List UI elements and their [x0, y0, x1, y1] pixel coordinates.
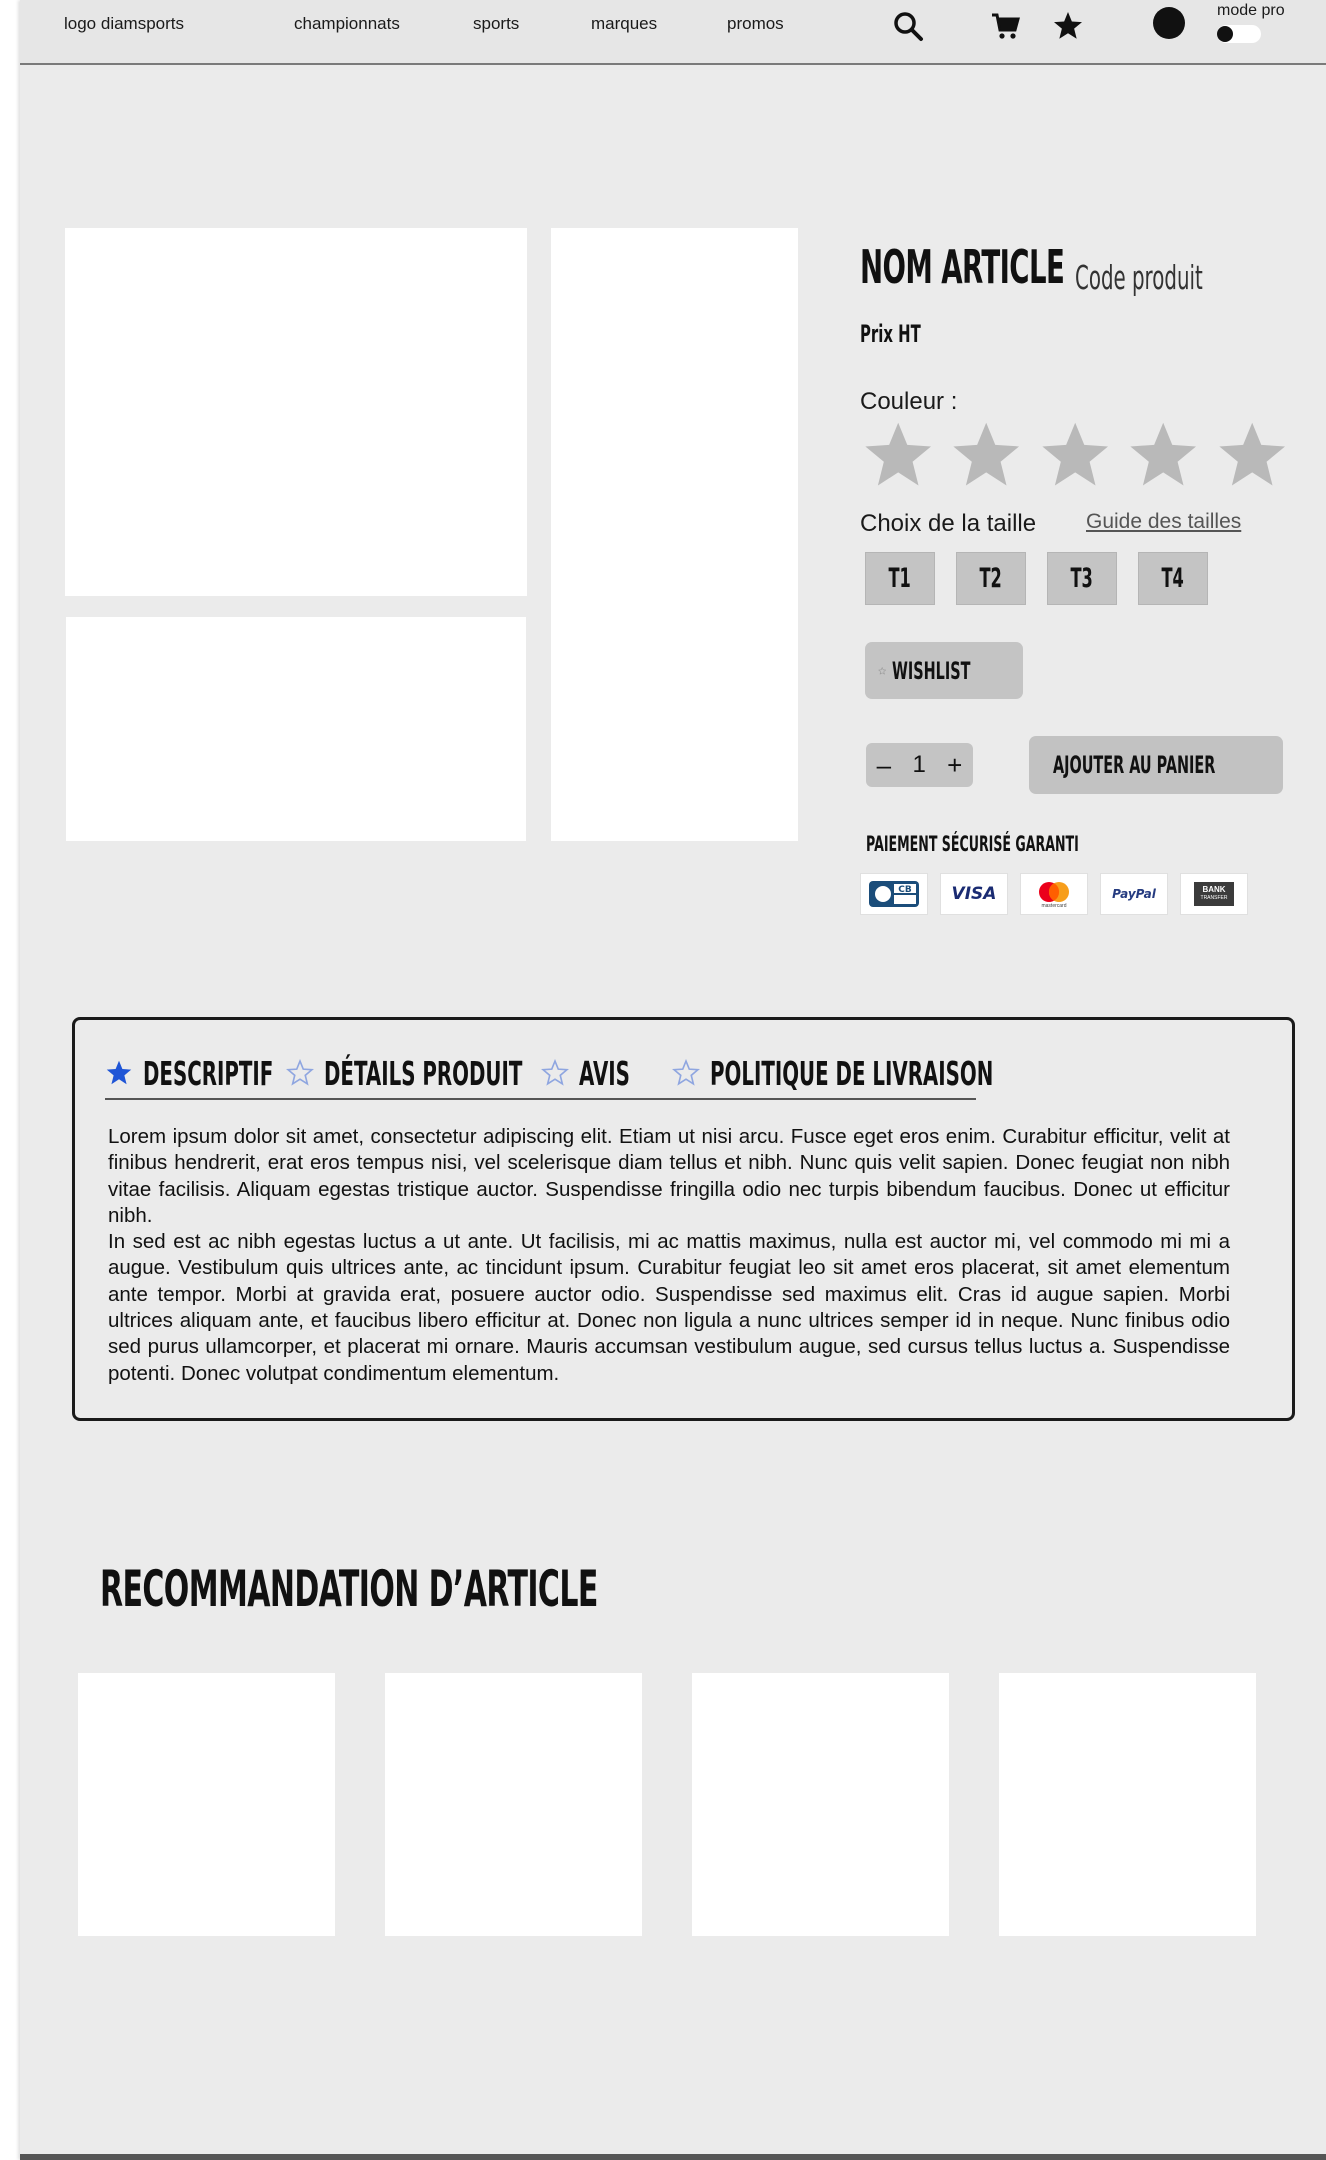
star-outline-icon	[672, 1059, 700, 1086]
star-outline-icon	[878, 666, 887, 675]
quantity-increase-button[interactable]: +	[947, 752, 962, 778]
size-guide-link[interactable]: Guide des tailles	[1086, 510, 1241, 534]
visa-text: VISA	[951, 884, 997, 904]
tab-content: Lorem ipsum dolor sit amet, consectetur …	[108, 1124, 1230, 1387]
size-option-t3[interactable]: T3	[1047, 552, 1117, 605]
cb-text: CB	[898, 885, 912, 895]
star-filled-icon	[106, 1060, 132, 1085]
tab-avis[interactable]: AVIS	[541, 1050, 664, 1096]
product-price: Prix HT	[860, 320, 921, 348]
transfer-text: TRANSFER	[1200, 895, 1228, 901]
paypal-text: PayPal	[1112, 887, 1156, 901]
colour-label: Couleur :	[860, 388, 958, 415]
mode-pro-label: mode pro	[1217, 2, 1285, 19]
size-option-label: T1	[888, 563, 912, 594]
payment-methods: CB VISA mastercard PayPal BANK TRANSFER	[860, 873, 1248, 915]
product-image-main[interactable]	[65, 228, 527, 596]
colour-swatch[interactable]	[860, 418, 936, 493]
recommended-product-card[interactable]	[385, 1673, 642, 1936]
description-paragraph: Lorem ipsum dolor sit amet, consectetur …	[108, 1125, 1230, 1227]
mastercard-icon: mastercard	[1020, 873, 1088, 915]
colour-swatches	[860, 418, 1290, 493]
nav-link-promos[interactable]: promos	[727, 14, 784, 34]
size-option-t1[interactable]: T1	[865, 552, 935, 605]
size-option-t2[interactable]: T2	[956, 552, 1026, 605]
nav-link-championnats[interactable]: championnats	[294, 14, 400, 34]
mode-pro-toggle[interactable]	[1217, 25, 1261, 43]
bank-text: BANK	[1202, 885, 1226, 894]
secure-payment-label: PAIEMENT SÉCURISÉ GARANTI	[866, 832, 1079, 856]
star-icon[interactable]	[1050, 8, 1086, 44]
bank-transfer-icon: BANK TRANSFER	[1180, 873, 1248, 915]
page-frame: logo diamsports championnats sports marq…	[20, 0, 1326, 2160]
recommended-product-card[interactable]	[999, 1673, 1256, 1936]
product-image-secondary[interactable]	[66, 617, 526, 841]
tab-politique-de-livraison[interactable]: POLITIQUE DE LIVRAISON	[672, 1050, 1182, 1096]
quantity-decrease-button[interactable]: –	[877, 752, 891, 778]
wishlist-button[interactable]: WISHLIST	[865, 642, 1023, 699]
quantity-value[interactable]: 1	[912, 751, 925, 779]
wishlist-label: WISHLIST	[892, 656, 971, 685]
colour-swatch[interactable]	[1125, 418, 1201, 493]
product-tabs: DESCRIPTIF DÉTAILS PRODUIT AVIS POLITIQU…	[72, 1017, 1295, 1421]
toggle-knob	[1217, 26, 1233, 42]
footer-divider	[20, 2154, 1326, 2160]
colour-swatch[interactable]	[1214, 418, 1290, 493]
nav-link-sports[interactable]: sports	[473, 14, 519, 34]
add-to-cart-button[interactable]: AJOUTER AU PANIER	[1029, 736, 1283, 794]
recommended-product-card[interactable]	[692, 1673, 949, 1936]
visa-icon: VISA	[940, 873, 1008, 915]
tab-bar: DESCRIPTIF DÉTAILS PRODUIT AVIS POLITIQU…	[105, 1050, 993, 1100]
cb-card-icon: CB	[860, 873, 928, 915]
tab-label: POLITIQUE DE LIVRAISON	[710, 1053, 994, 1093]
avatar[interactable]	[1153, 7, 1185, 39]
size-option-label: T4	[1161, 563, 1185, 594]
size-option-t4[interactable]: T4	[1138, 552, 1208, 605]
recommended-product-card[interactable]	[78, 1673, 335, 1936]
add-to-cart-label: AJOUTER AU PANIER	[1053, 751, 1216, 779]
tab-label: AVIS	[579, 1053, 630, 1093]
recommendations-title: RECOMMANDATION D’ARTICLE	[100, 1560, 598, 1618]
product-code: Code produit	[1075, 258, 1203, 297]
star-outline-icon	[286, 1059, 314, 1086]
size-option-label: T2	[979, 563, 1003, 594]
paypal-icon: PayPal	[1100, 873, 1168, 915]
tab-label: DÉTAILS PRODUIT	[324, 1053, 523, 1093]
search-icon[interactable]	[890, 8, 926, 44]
size-option-label: T3	[1070, 563, 1094, 594]
colour-swatch[interactable]	[1037, 418, 1113, 493]
cart-icon[interactable]	[988, 8, 1024, 44]
star-outline-icon	[541, 1059, 569, 1086]
product-name: NOM ARTICLE	[860, 240, 1065, 294]
mastercard-text: mastercard	[1041, 902, 1067, 909]
description-paragraph: In sed est ac nibh egestas luctus a ut a…	[108, 1230, 1230, 1385]
colour-swatch[interactable]	[948, 418, 1024, 493]
top-nav: logo diamsports championnats sports marq…	[20, 0, 1326, 65]
size-options: T1 T2 T3 T4	[865, 552, 1208, 605]
product-image-tall[interactable]	[551, 228, 798, 841]
size-label: Choix de la taille	[860, 510, 1037, 537]
quantity-stepper: – 1 +	[866, 743, 973, 787]
nav-link-marques[interactable]: marques	[591, 14, 657, 34]
tab-label: DESCRIPTIF	[143, 1053, 274, 1093]
logo-link[interactable]: logo diamsports	[64, 14, 184, 34]
